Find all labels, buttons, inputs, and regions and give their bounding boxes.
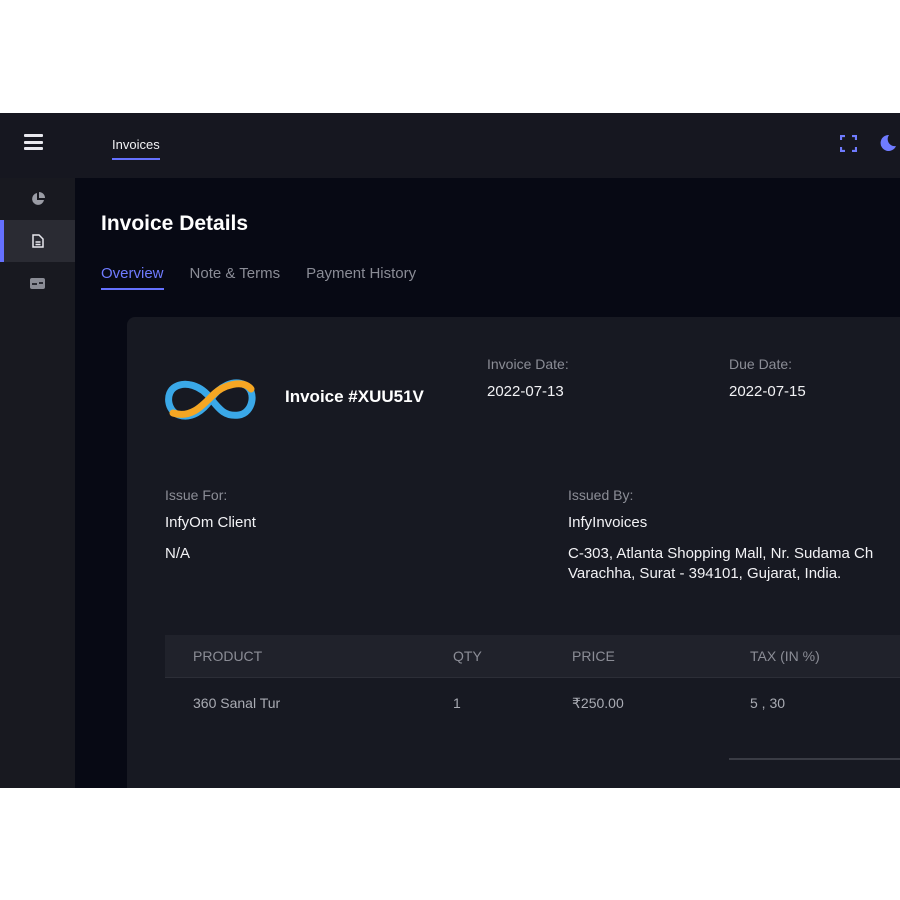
pie-chart-icon	[31, 192, 45, 205]
page-title: Invoice Details	[101, 212, 249, 235]
sidebar-item-invoices[interactable]	[0, 220, 75, 262]
invoice-card: Invoice #XUU51V Invoice Date: 2022-07-13…	[127, 317, 900, 788]
issued-by-address-line1: C-303, Atlanta Shopping Mall, Nr. Sudama…	[568, 545, 874, 562]
totals-divider	[729, 758, 900, 760]
fullscreen-icon[interactable]	[840, 135, 857, 152]
sidebar	[0, 178, 75, 788]
card-icon	[30, 277, 45, 289]
top-header: Invoices	[0, 113, 900, 178]
invoice-date-label: Invoice Date:	[487, 356, 569, 372]
invoice-date: 2022-07-13	[487, 383, 564, 400]
table-header: PRODUCT QTY PRICE TAX (IN %)	[165, 635, 900, 678]
col-qty: QTY	[453, 648, 482, 664]
moon-icon[interactable]	[879, 134, 897, 152]
detail-tabs: Overview Note & Terms Payment History	[101, 265, 416, 290]
due-date: 2022-07-15	[729, 383, 806, 400]
invoice-file-icon	[31, 234, 44, 248]
table-row: 360 Sanal Tur 1 ₹250.00 5 , 30	[165, 678, 900, 728]
issue-for-address: N/A	[165, 545, 191, 562]
header-tab-invoices[interactable]: Invoices	[112, 137, 160, 160]
sidebar-item-dashboard[interactable]	[0, 178, 75, 220]
cell-product: 360 Sanal Tur	[193, 695, 281, 711]
tab-overview[interactable]: Overview	[101, 265, 164, 290]
invoice-number: Invoice #XUU51V	[285, 387, 424, 406]
tab-payment-history[interactable]: Payment History	[306, 265, 416, 290]
col-price: PRICE	[572, 648, 615, 664]
cell-price: ₹250.00	[572, 694, 624, 711]
cell-tax: 5 , 30	[750, 695, 786, 711]
issued-by-name: InfyInvoices	[568, 514, 648, 531]
products-table: PRODUCT QTY PRICE TAX (IN %) 360 Sanal T…	[165, 635, 900, 728]
issued-by-address-line2: Varachha, Surat - 394101, Gujarat, India…	[568, 565, 842, 582]
cell-qty: 1	[453, 695, 461, 711]
tab-note-terms[interactable]: Note & Terms	[190, 265, 281, 290]
app-window: Invoices Invoice Details Overview Note &…	[0, 113, 900, 788]
col-product: PRODUCT	[193, 648, 263, 664]
menu-icon[interactable]	[24, 134, 43, 150]
company-logo	[165, 379, 256, 420]
issued-by-label: Issued By:	[568, 487, 634, 503]
col-tax: TAX (IN %)	[750, 648, 820, 664]
due-date-label: Due Date:	[729, 356, 793, 372]
sidebar-item-payments[interactable]	[0, 262, 75, 304]
issue-for-name: InfyOm Client	[165, 514, 256, 531]
issue-for-label: Issue For:	[165, 487, 228, 503]
